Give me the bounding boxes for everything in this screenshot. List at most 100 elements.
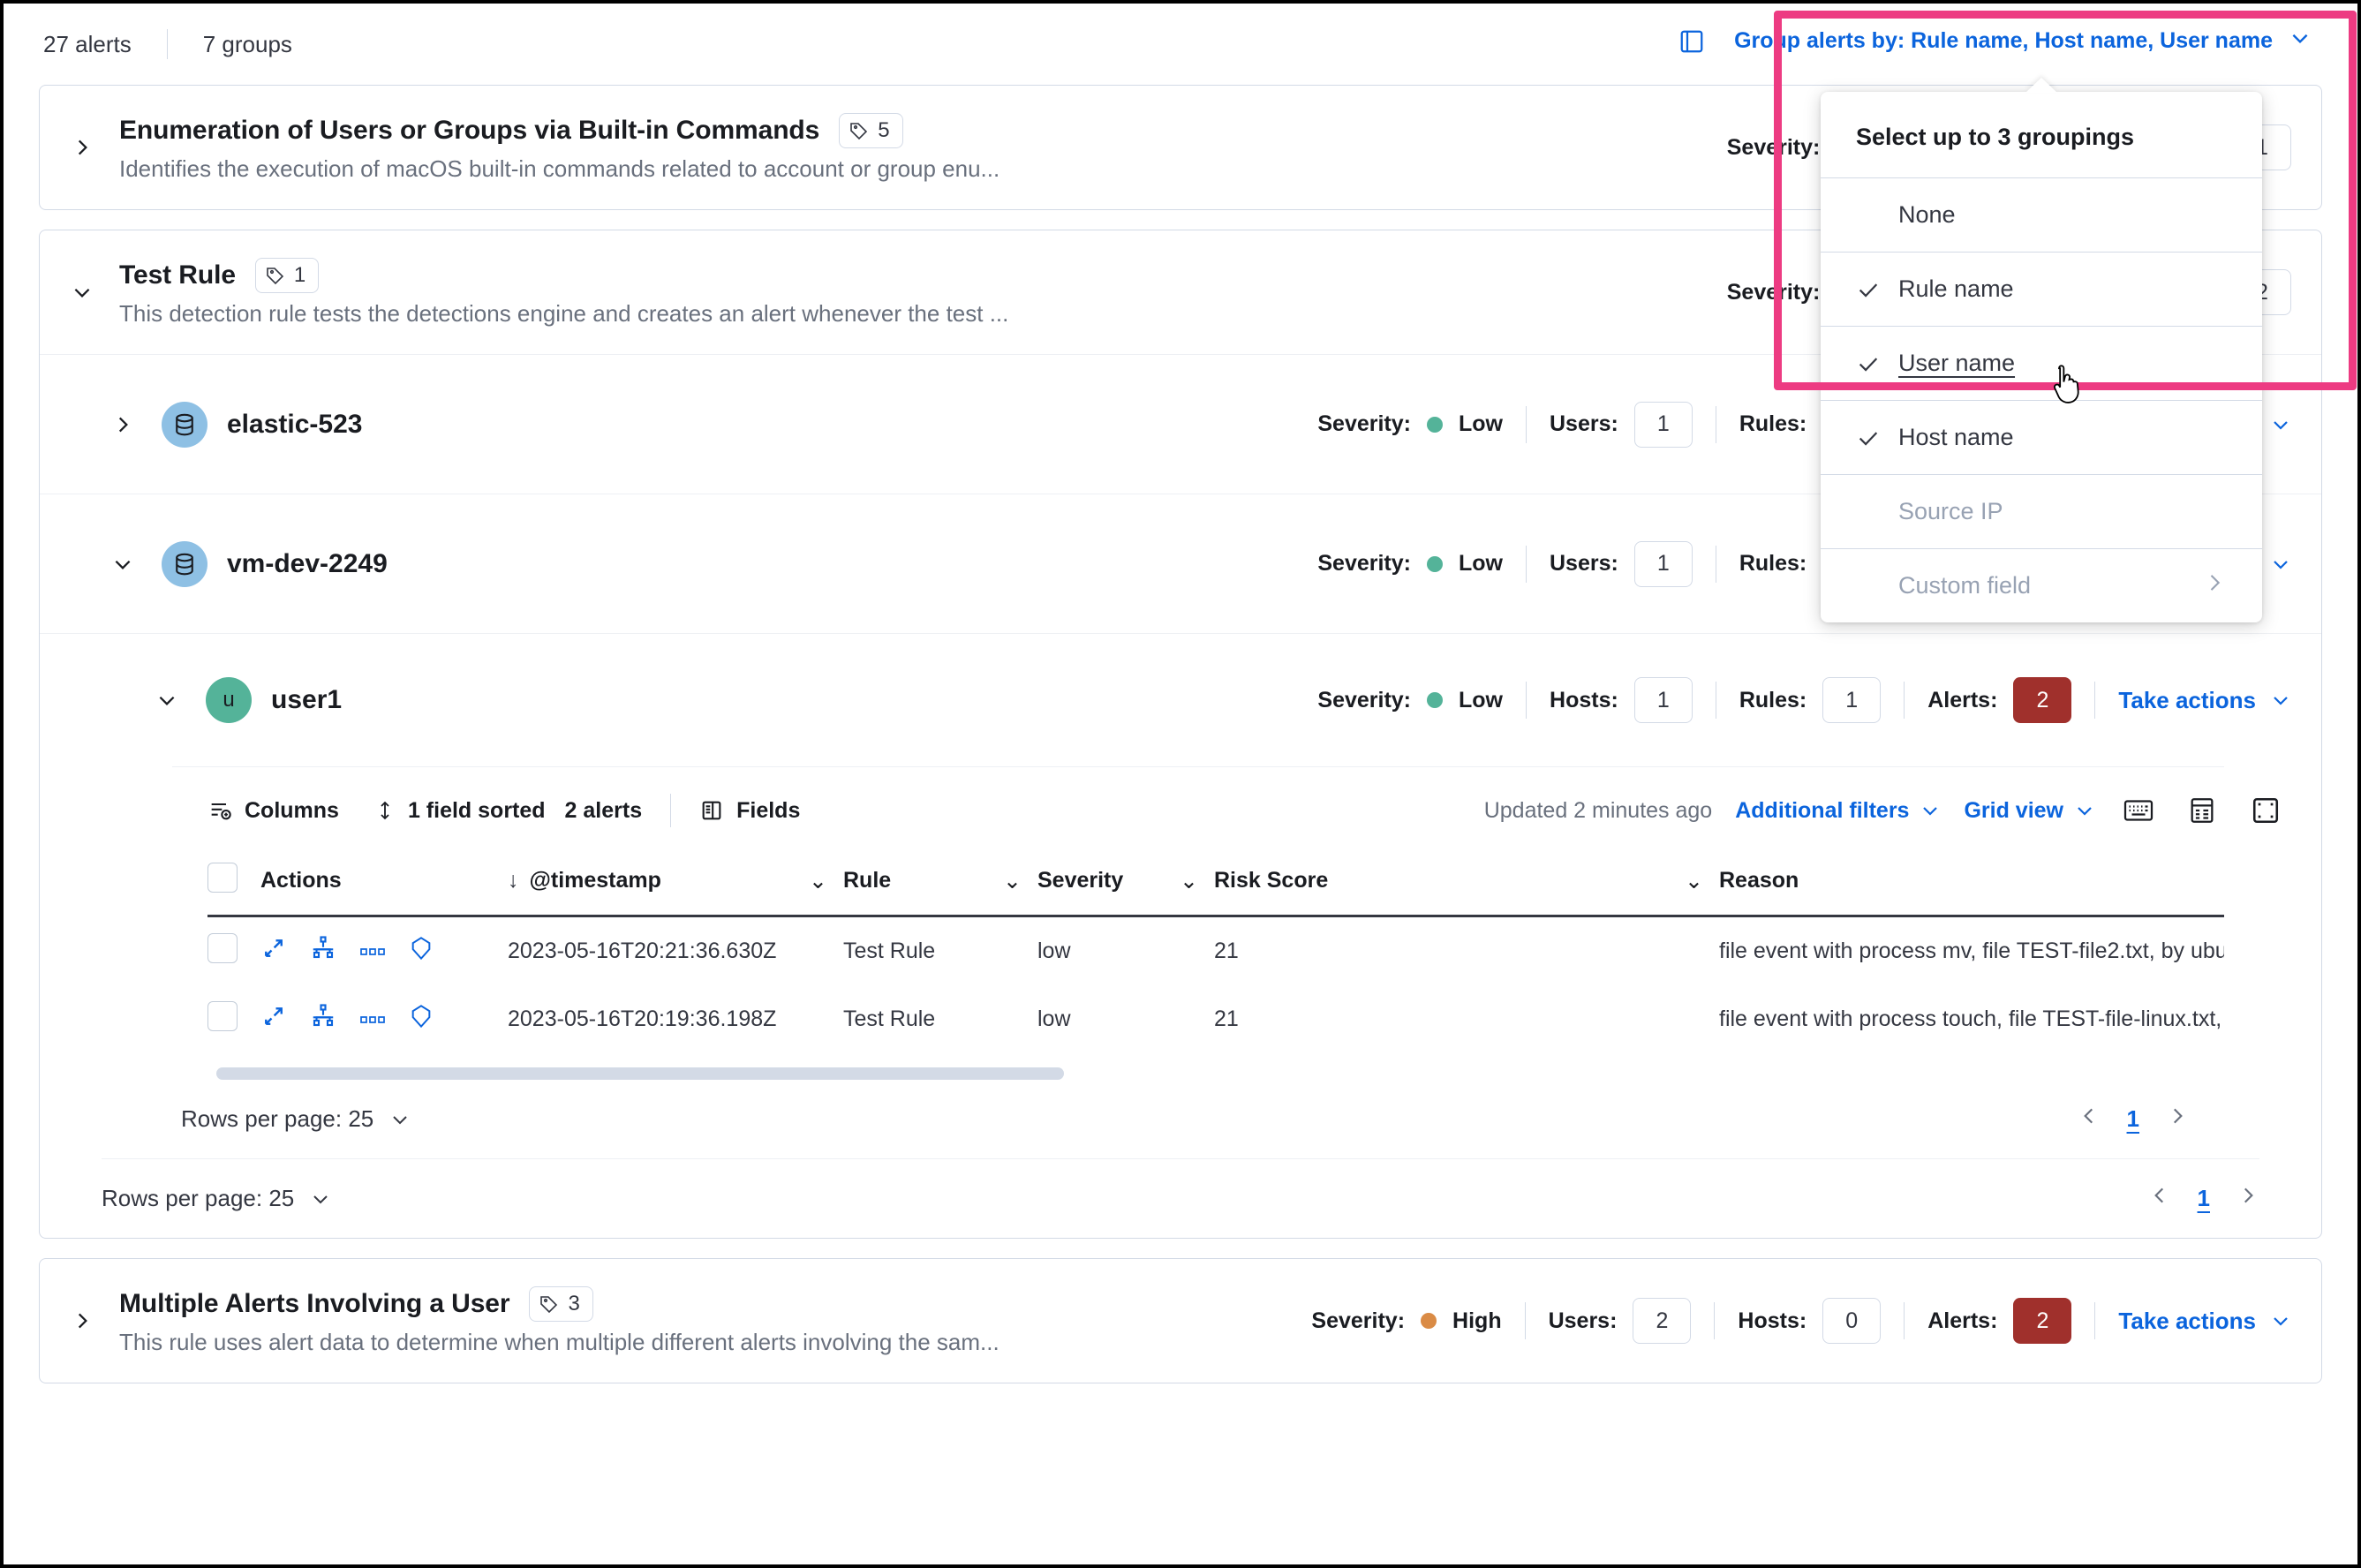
chevron-down-icon[interactable]: ⌄ [1003,868,1037,894]
column-header-rule[interactable]: Rule ⌄ [843,850,1037,917]
columns-icon [211,803,231,820]
fullscreen-icon[interactable] [2245,790,2286,831]
outer-pagination: Rows per page: 25 1 [40,1159,2321,1238]
table-container: Actions ↓ @timestamp ⌄ Rule ⌄ Severity ⌄… [40,850,2321,1053]
severity-dot-icon [1426,416,1443,433]
grouping-option-user-name[interactable]: User name [1821,326,2262,400]
divider [1524,1302,1526,1339]
chevron-right-icon[interactable] [59,1309,105,1332]
alerts-count-label: 2 alerts [564,797,643,823]
chevron-down-icon[interactable]: ⌄ [809,868,843,894]
columns-label: Columns [245,797,339,823]
grouping-popover: Select up to 3 groupings None Rule name … [1821,92,2262,622]
chevron-down-icon[interactable] [59,281,105,304]
column-header-severity[interactable]: Severity ⌄ [1037,850,1214,917]
sort-button[interactable]: 1 field sorted [374,798,546,824]
more-actions-icon[interactable] [359,1006,386,1032]
chevron-down-icon[interactable]: ⌄ [1685,868,1719,894]
group-description: Identifies the execution of macOS built-… [119,155,1000,182]
user-stats: Severity: Low Hosts: 1 Rules: 1 Alerts: … [1317,677,2291,723]
select-all-checkbox[interactable] [207,863,238,893]
sort-icon [381,801,389,820]
page-number[interactable]: 1 [2127,1105,2139,1133]
alerts-label: Alerts: [1927,687,1998,712]
users-label: Users: [1549,551,1618,576]
chevron-down-icon [1923,807,1938,816]
user-group-row[interactable]: u user1 Severity: Low Hosts: 1 Rules: 1 … [40,634,2321,766]
divider [2094,1302,2096,1339]
check-icon [1856,426,1898,450]
divider [1714,1302,1716,1339]
table-row[interactable]: 2023-05-16T20:19:36.198Z Test Rule low 2… [207,985,2224,1053]
tag-badge: 5 [839,112,903,148]
grouping-option-host-name[interactable]: Host name [1821,400,2262,474]
risk-score-cell: 21 [1214,1006,1239,1031]
grouping-option-label: Rule name [1898,275,2014,302]
grouping-option-label: None [1898,201,1956,228]
severity-dot-icon [1421,1313,1437,1329]
analyze-event-icon[interactable] [310,935,336,968]
inner-pagination: Rows per page: 25 1 [40,1080,2321,1158]
chevron-right-icon[interactable] [59,136,105,159]
column-header-timestamp[interactable]: ↓ @timestamp ⌄ [508,850,843,917]
chevron-down-icon[interactable] [144,689,190,712]
rows-per-page-button[interactable]: Rows per page: 25 [181,1105,411,1133]
severity-value: Low [1458,551,1503,576]
severity-stat: Severity: Low [1317,411,1503,437]
severity-cell: low [1037,939,1071,963]
chevron-down-icon[interactable]: ⌄ [1180,868,1214,894]
database-icon [176,553,193,575]
take-actions-label: Take actions [2118,1307,2256,1334]
rules-value: 1 [1822,677,1882,723]
expand-details-icon[interactable] [260,1003,287,1036]
hosts-stat: Hosts: 0 [1738,1298,1882,1344]
timestamp-cell: 2023-05-16T20:19:36.198Z [508,1006,777,1031]
take-actions-button[interactable]: Take actions [2118,1308,2291,1335]
page-number[interactable]: 1 [2198,1185,2210,1212]
group-title: Enumeration of Users or Groups via Built… [119,115,820,145]
take-actions-label: Take actions [2118,686,2256,713]
fields-button[interactable]: Fields [699,798,800,824]
users-stat: Users: 1 [1550,401,1693,448]
session-view-icon[interactable] [409,935,434,968]
grid-view-button[interactable]: Grid view [1964,798,2095,824]
row-select-cell [207,985,260,1053]
keyboard-shortcuts-icon[interactable] [2118,790,2159,831]
database-icon [176,413,193,435]
avatar: u [206,677,252,723]
horizontal-scrollbar[interactable] [216,1067,1064,1080]
rule-cell[interactable]: Test Rule [843,916,1037,986]
next-page-button[interactable] [2237,1184,2259,1213]
row-checkbox[interactable] [207,1001,238,1031]
inspect-icon[interactable] [1674,24,1709,59]
previous-page-button[interactable] [2078,1104,2101,1134]
density-icon[interactable] [2182,790,2222,831]
next-page-button[interactable] [2166,1104,2189,1134]
grouping-option-rule-name[interactable]: Rule name [1821,252,2262,326]
analyze-event-icon[interactable] [310,1003,336,1036]
take-actions-button[interactable]: Take actions [2118,687,2291,714]
more-actions-icon[interactable] [359,939,386,964]
row-checkbox[interactable] [207,933,238,963]
session-view-icon[interactable] [409,1003,434,1036]
previous-page-button[interactable] [2148,1184,2171,1213]
group-card-header[interactable]: Multiple Alerts Involving a User 3 This … [40,1259,2321,1383]
users-stat: Users: 1 [1549,540,1693,587]
columns-button[interactable]: Columns [207,798,339,824]
expand-details-icon[interactable] [260,935,287,968]
grouping-option-label: User name [1898,350,2016,376]
chevron-right-icon[interactable] [100,413,146,436]
user-name: user1 [271,685,343,714]
severity-stat: Severity: High [1311,1308,1501,1334]
chevron-down-icon[interactable] [100,553,146,576]
rule-cell[interactable]: Test Rule [843,985,1037,1053]
popover-title: Select up to 3 groupings [1856,124,2135,150]
additional-filters-button[interactable]: Additional filters [1735,798,1941,824]
group-alerts-by-button[interactable]: Group alerts by: Rule name, Host name, U… [1724,19,2322,63]
rows-per-page-button[interactable]: Rows per page: 25 [102,1185,331,1212]
alerts-grouping-page: 27 alerts 7 groups Group alerts by: Rule… [0,0,2361,1568]
column-header-risk-score[interactable]: Risk Score ⌄ [1214,850,1719,917]
grouping-option-none[interactable]: None [1821,177,2262,252]
alerts-value: 2 [2013,1298,2072,1344]
table-row[interactable]: 2023-05-16T20:21:36.630Z Test Rule low 2… [207,916,2224,986]
